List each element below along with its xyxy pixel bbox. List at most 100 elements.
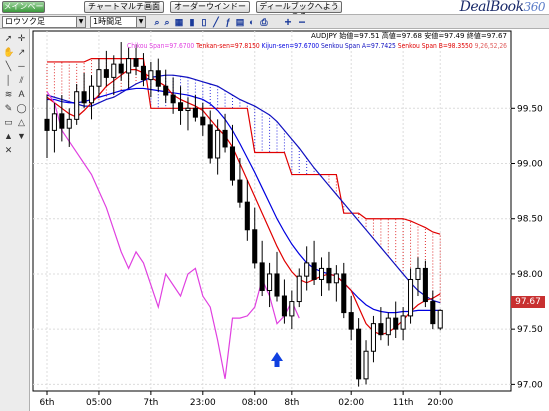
candle-up [363, 350, 369, 380]
ellipse-icon[interactable]: ◯ [16, 103, 27, 114]
candle-down [259, 262, 265, 292]
y-tick-label: 97.00 [517, 380, 543, 390]
candle-up [185, 107, 191, 112]
color-icon[interactable]: ◐ [247, 17, 257, 27]
add-icon[interactable]: + [283, 16, 293, 28]
x-tick-label: 05:00 [86, 398, 112, 408]
tab-chart-multi[interactable]: チャートマルチ画面 [84, 1, 164, 13]
tab-welcome-dealbook[interactable]: ディールブックへようこそ [256, 1, 342, 21]
top-tabbar: メインページ チャートマルチ画面 オーダーウインドー ディールブックへようこそ … [0, 0, 549, 21]
candle-up [96, 69, 102, 87]
hline-icon[interactable]: ─ [16, 61, 27, 72]
candle-down [140, 65, 146, 81]
chart-toolbar: ロウソク足 ▼ 1時間足 ▼ ⌕ ⌕ ▦ ▮ ▯ ╱ ƒ ▤ ◐ ⎙ + − [0, 14, 549, 29]
candle-up [289, 301, 295, 317]
rect-icon[interactable]: ▭ [3, 117, 14, 128]
remove-icon[interactable]: − [297, 16, 307, 28]
x-tick-label: 11th [393, 398, 414, 408]
candle-up [51, 113, 57, 131]
timeframe-select[interactable]: 1時間足 ▼ [90, 16, 146, 28]
vline-icon[interactable]: │ [3, 75, 14, 86]
trendline-icon[interactable]: ╲ [3, 61, 14, 72]
template-icon[interactable]: ▤ [235, 17, 245, 27]
line-icon[interactable]: ╱ [211, 17, 221, 27]
candle-down [237, 179, 243, 203]
bars-icon[interactable]: ▮ [187, 17, 197, 27]
x-tick-label: 20:00 [427, 398, 453, 408]
x-tick-label: 7th [143, 398, 158, 408]
candle-down [133, 58, 139, 67]
zoom-out-icon[interactable]: ⌕ [162, 17, 172, 27]
chevron-down-icon[interactable]: ▼ [76, 17, 85, 27]
candle-down [178, 102, 184, 112]
ichimoku-candlestick-chart[interactable]: 97.00 97.50 98.00 98.50 99.00 99.50 6th 05:00 7t… [31, 29, 549, 411]
y-tick-label: 99.50 [517, 104, 543, 114]
candle-up [370, 323, 376, 352]
candle-down [229, 146, 236, 181]
candle-down [44, 118, 50, 131]
candle-down [170, 94, 176, 104]
candle-down [207, 124, 213, 159]
tab-order-window[interactable]: オーダーウインドー [170, 1, 250, 13]
candle-down [348, 312, 354, 330]
chart-type-value: ロウソク足 [5, 17, 45, 26]
indicator-readout: Chikou Span=97.6700 Tenkan-sen=97.8150 K… [127, 42, 507, 50]
y-tick-label: 97.50 [517, 325, 543, 335]
arrow-up-icon[interactable]: ▲ [3, 131, 14, 142]
candle-down [163, 85, 169, 96]
candle-up [126, 58, 132, 74]
pencil-icon[interactable]: ✎ [3, 103, 14, 114]
candle-down [274, 273, 280, 297]
candle-down [430, 301, 436, 325]
candle-down [222, 129, 228, 148]
triangle-icon[interactable]: △ [16, 117, 27, 128]
x-tick-label: 8th [284, 398, 299, 408]
y-tick-label: 98.50 [517, 215, 543, 225]
candle-up [74, 91, 80, 120]
indicator-readout-part: Tenkan-sen=97.8150 [194, 42, 260, 50]
x-tick-label: 08:00 [242, 398, 268, 408]
candle-down [252, 229, 258, 264]
y-tick-label: 99.00 [517, 160, 543, 170]
crosshair-icon[interactable]: ✛ [16, 33, 27, 44]
channel-icon[interactable]: ⫽ [16, 75, 27, 86]
candle-up [215, 129, 221, 159]
x-tick-label: 6th [40, 398, 55, 408]
cursor-icon[interactable]: ➚ [3, 33, 14, 44]
chart-area[interactable]: 97.00 97.50 98.00 98.50 99.00 99.50 6th 05:00 7t… [31, 29, 549, 411]
print-icon[interactable]: ⎙ [259, 17, 269, 27]
hand-icon[interactable]: ✋ [3, 47, 14, 58]
indicator-readout-part: Kijun-sen=97.6700 [260, 42, 319, 50]
x-tick-label: 23:00 [190, 398, 216, 408]
candle-down [200, 116, 206, 126]
candle-up [437, 309, 443, 329]
candle-icon[interactable]: ▯ [199, 17, 209, 27]
indicator-icon[interactable]: ƒ [223, 17, 233, 27]
arrow-icon[interactable]: ↗ [16, 47, 27, 58]
chart-type-select[interactable]: ロウソク足 ▼ [2, 16, 86, 28]
candle-up [318, 267, 325, 280]
text-icon[interactable]: A [16, 89, 27, 100]
x-tick-label: 02:00 [338, 398, 364, 408]
arrow-down-icon[interactable]: ▼ [16, 131, 27, 142]
delete-icon[interactable]: ✕ [3, 145, 14, 156]
candle-down [118, 63, 124, 74]
candle-down [393, 317, 399, 330]
candle-up [333, 273, 339, 284]
candle-up [296, 275, 302, 303]
candle-up [408, 278, 414, 317]
grid-icon[interactable]: ▦ [174, 17, 184, 27]
zoom-in-icon[interactable]: ⌕ [152, 17, 162, 27]
chevron-down-icon[interactable]: ▼ [136, 17, 145, 27]
candle-down [422, 267, 428, 303]
candle-down [103, 69, 109, 78]
tab-main-page[interactable]: メインページ [2, 1, 45, 21]
indicator-readout-part: 9,26,52,26 [473, 42, 508, 50]
drawing-tools-panel: ➚ ✛ ✋ ↗ ╲ ─ │ ⫽ ≋ A ✎ ◯ ▭ △ ▲ ▼ ✕ [0, 29, 30, 411]
candle-up [66, 118, 72, 129]
candle-up [88, 85, 95, 104]
candle-down [311, 262, 317, 280]
candle-down [155, 70, 161, 87]
fib-icon[interactable]: ≋ [3, 89, 14, 100]
candle-up [385, 317, 391, 336]
